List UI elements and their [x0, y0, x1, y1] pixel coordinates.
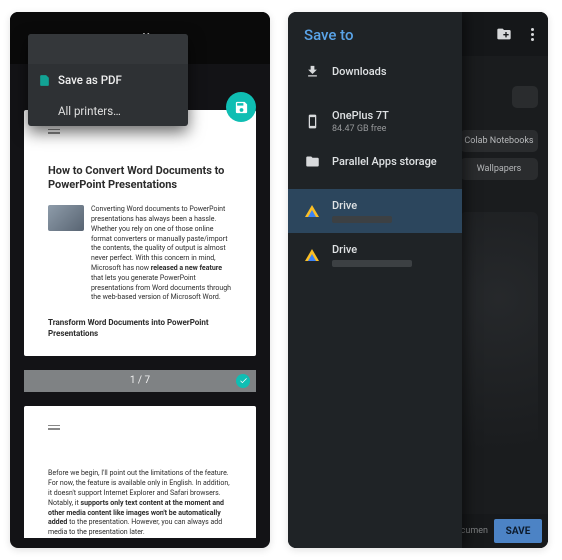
check-icon — [239, 376, 248, 385]
page-counter: 1 / 7 — [130, 375, 150, 386]
dropdown-all-printers[interactable]: All printers… — [28, 96, 188, 126]
device-name: OnePlus 7T — [332, 109, 389, 122]
drawer-item-label: Drive — [332, 199, 392, 212]
overflow-menu-icon[interactable] — [526, 28, 538, 41]
article-paragraph-1: Converting Word documents to PowerPoint … — [91, 205, 232, 303]
page-menu-icon — [48, 425, 60, 430]
save-fab[interactable] — [226, 92, 256, 122]
page-menu-icon — [48, 129, 60, 134]
file-browser-topbar — [448, 12, 548, 56]
drawer-item-label: Parallel Apps storage — [332, 155, 437, 168]
article-heading: How to Convert Word Documents to PowerPo… — [48, 164, 232, 192]
article-paragraph-2: Before we begin, I'll point out the limi… — [48, 469, 232, 538]
grid-view-icon[interactable] — [512, 86, 538, 108]
page-selected-check[interactable] — [236, 374, 250, 388]
all-printers-label: All printers… — [58, 104, 121, 118]
save-as-pdf-label: Save as PDF — [58, 73, 122, 87]
folder-icon — [305, 154, 320, 169]
printer-dropdown: Save as PDF All printers… — [28, 34, 188, 126]
dropdown-save-as-pdf[interactable]: Save as PDF — [28, 64, 188, 96]
saveto-drawer: Save to Downloads OnePlus 7T 84.47 GB fr… — [288, 12, 462, 548]
blurred-thumbnail — [460, 212, 538, 500]
article-thumbnail — [48, 205, 84, 231]
folder-chip-label: Colab Notebooks — [464, 136, 533, 146]
save-icon — [234, 100, 249, 115]
download-icon — [305, 64, 320, 79]
new-folder-icon[interactable] — [496, 26, 512, 42]
page-indicator-bar: 1 / 7 — [24, 370, 256, 392]
drive-icon — [305, 205, 319, 217]
drive-icon — [305, 249, 319, 261]
folder-chip-colab[interactable]: Colab Notebooks — [460, 130, 538, 152]
drawer-item-parallel[interactable]: Parallel Apps storage — [288, 144, 462, 179]
account-redacted — [332, 216, 392, 223]
folder-chip-wallpapers[interactable]: Wallpapers — [460, 158, 538, 180]
phone-icon — [305, 114, 320, 129]
drawer-item-device[interactable]: OnePlus 7T 84.47 GB free — [288, 99, 462, 144]
preview-page-1[interactable]: How to Convert Word Documents to PowerPo… — [24, 110, 256, 356]
preview-page-2[interactable]: Before we begin, I'll point out the limi… — [24, 406, 256, 538]
drawer-item-label: Drive — [332, 243, 412, 256]
save-button-label: SAVE — [506, 526, 531, 537]
save-button[interactable]: SAVE — [494, 519, 542, 543]
article-subheading: Transform Word Documents into PowerPoint… — [48, 317, 232, 339]
device-free-space: 84.47 GB free — [332, 124, 389, 134]
drawer-item-label: Downloads — [332, 65, 387, 78]
drawer-title: Save to — [288, 12, 462, 54]
print-preview-scroll[interactable]: How to Convert Word Documents to PowerPo… — [24, 110, 256, 538]
pdf-icon — [38, 74, 51, 87]
print-screen: tter Save as PDF All printers… How to Co… — [10, 12, 270, 548]
account-redacted — [332, 260, 412, 267]
folder-chip-label: Wallpapers — [477, 164, 522, 174]
file-browser-bottombar: ocumen SAVE — [448, 514, 548, 548]
drawer-item-downloads[interactable]: Downloads — [288, 54, 462, 89]
saveto-screen: Colab Notebooks Wallpapers ocumen SAVE S… — [288, 12, 548, 548]
drawer-item-drive-selected[interactable]: Drive — [288, 189, 462, 233]
dropdown-current-dim[interactable] — [28, 34, 188, 64]
drawer-item-drive[interactable]: Drive — [288, 233, 462, 277]
